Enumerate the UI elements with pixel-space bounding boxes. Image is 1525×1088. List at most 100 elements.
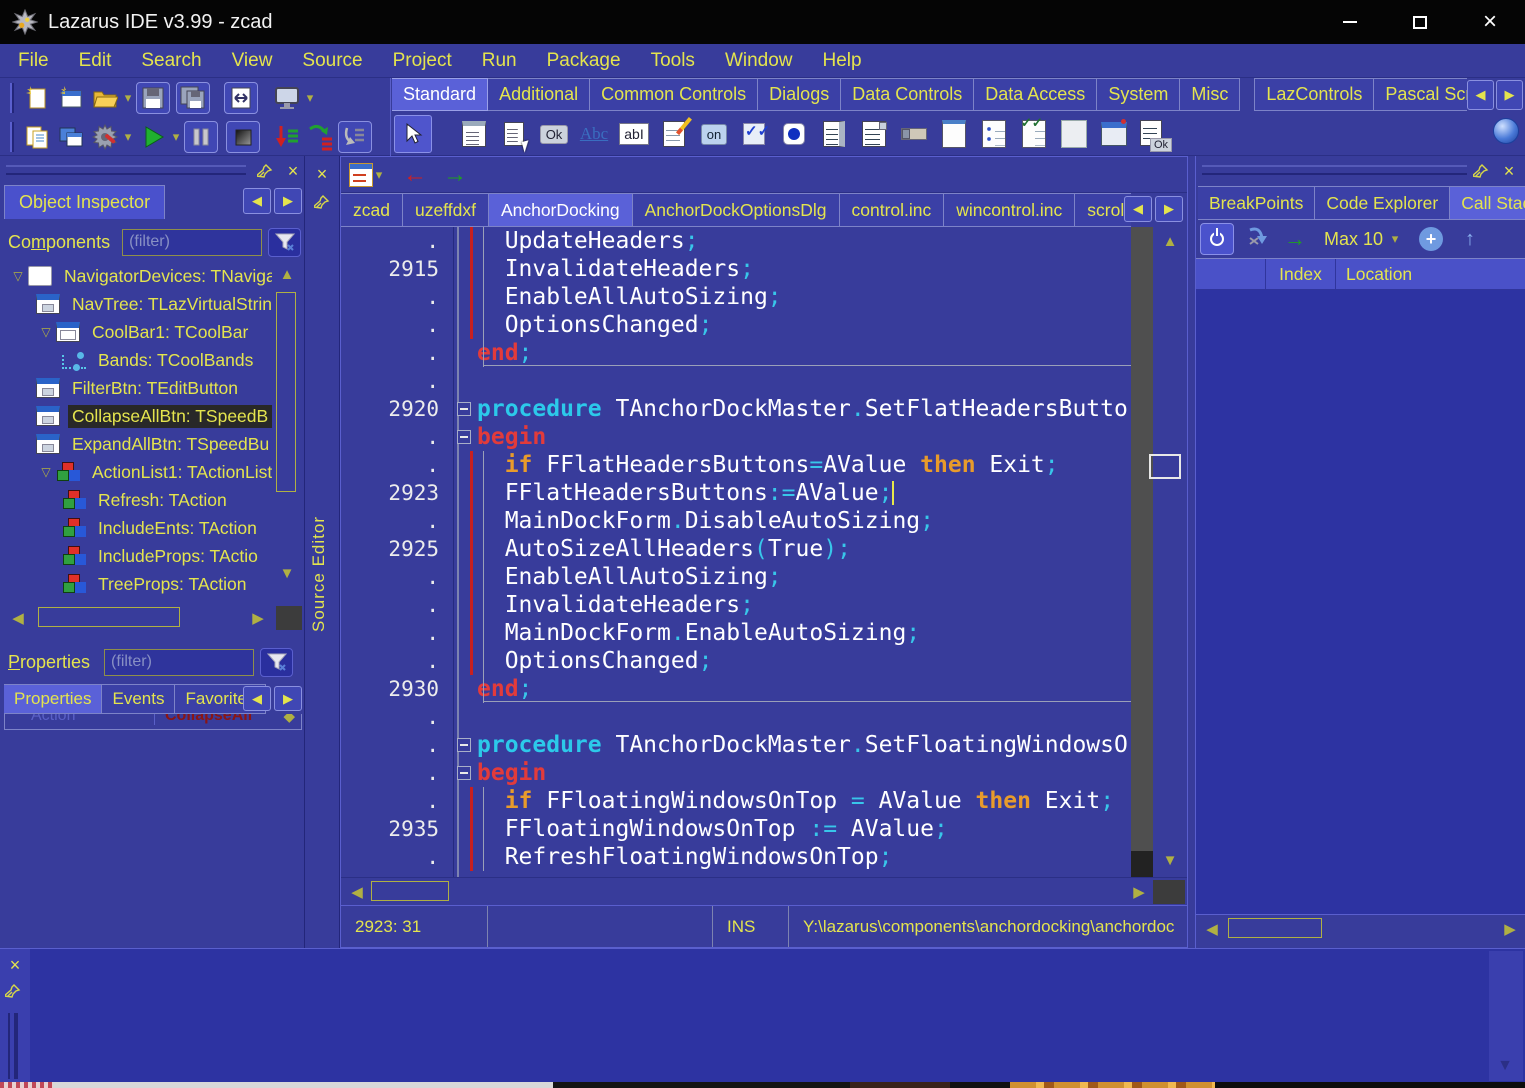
code-line[interactable]: . bbox=[341, 367, 1131, 395]
tlabel-icon[interactable]: Abc bbox=[574, 114, 614, 154]
scroll-right-icon[interactable]: ▶ bbox=[1500, 920, 1520, 938]
tree-horizontal-scrollbar[interactable]: ◀ ▶ bbox=[0, 604, 305, 632]
menu-item[interactable]: Project bbox=[381, 47, 464, 75]
menu-item[interactable]: File bbox=[6, 47, 61, 75]
debug-tab[interactable]: Call Stack bbox=[1450, 186, 1525, 220]
menu-item[interactable]: Run bbox=[470, 47, 529, 75]
component-tree-row[interactable]: ▽ NavTree: TLazVirtualStrin bbox=[0, 290, 272, 318]
code-line[interactable]: . bbox=[341, 703, 1131, 731]
component-tree-row[interactable]: ▽ CoolBar1: TCoolBar bbox=[0, 318, 272, 346]
pause-button[interactable] bbox=[184, 121, 218, 153]
menu-item[interactable]: View bbox=[220, 47, 285, 75]
line-number[interactable]: 2930 bbox=[341, 675, 449, 703]
gutter-mark-column[interactable] bbox=[449, 731, 477, 759]
run-dropdown-icon[interactable]: ▾ bbox=[170, 129, 182, 145]
tpopupmenu-icon[interactable] bbox=[494, 114, 534, 154]
code-line[interactable]: . begin bbox=[341, 423, 1131, 451]
line-number[interactable]: . bbox=[341, 591, 449, 619]
menu-item[interactable]: Window bbox=[713, 47, 805, 75]
selection-tool-button[interactable] bbox=[394, 115, 432, 153]
tgroupbox-icon[interactable] bbox=[934, 114, 974, 154]
palette-tab[interactable]: LazControls bbox=[1254, 78, 1374, 111]
code-line[interactable]: . procedure TAnchorDockMaster.SetFloatin… bbox=[341, 731, 1131, 759]
scroll-right-icon[interactable]: ▶ bbox=[248, 609, 268, 627]
code-line[interactable]: . MainDockForm.EnableAutoSizing; bbox=[341, 619, 1131, 647]
components-filter-button[interactable] bbox=[268, 228, 301, 257]
line-number[interactable]: . bbox=[341, 787, 449, 815]
component-tree-row[interactable]: ▽ Refresh: TAction bbox=[0, 486, 272, 514]
goto-frame-icon[interactable] bbox=[1248, 226, 1270, 252]
gutter-mark-column[interactable] bbox=[449, 507, 477, 535]
properties-filter-input[interactable] bbox=[104, 649, 254, 676]
proptab-next-icon[interactable]: ▶ bbox=[274, 686, 302, 711]
dock-close-icon[interactable]: × bbox=[1496, 159, 1522, 183]
save-all-button[interactable] bbox=[176, 82, 210, 114]
menu-item[interactable]: Edit bbox=[67, 47, 124, 75]
code-line[interactable]: . OptionsChanged; bbox=[341, 647, 1131, 675]
property-sort-icon[interactable]: ◆ bbox=[283, 714, 301, 725]
scroll-thumb[interactable] bbox=[1149, 454, 1181, 479]
gutter-mark-column[interactable] bbox=[449, 843, 477, 871]
close-button[interactable]: × bbox=[1455, 0, 1525, 44]
line-number[interactable]: . bbox=[341, 367, 449, 395]
line-number[interactable]: . bbox=[341, 283, 449, 311]
strip-pin-icon[interactable] bbox=[309, 190, 335, 214]
gutter-mark-column[interactable] bbox=[449, 255, 477, 283]
gutter-mark-column[interactable] bbox=[449, 787, 477, 815]
component-tree-row[interactable]: ▽ IncludeEnts: TAction bbox=[0, 514, 272, 542]
messages-grip[interactable] bbox=[8, 1013, 18, 1079]
save-button[interactable] bbox=[136, 82, 170, 114]
line-number[interactable]: . bbox=[341, 451, 449, 479]
run-button[interactable] bbox=[136, 121, 170, 153]
line-number[interactable]: . bbox=[341, 507, 449, 535]
step-into-button[interactable] bbox=[270, 121, 304, 153]
tlistbox-icon[interactable] bbox=[814, 114, 854, 154]
messages-pin-icon[interactable] bbox=[5, 983, 21, 1004]
property-tab[interactable]: Events bbox=[102, 684, 175, 714]
scroll-up-icon[interactable]: ▲ bbox=[273, 266, 301, 283]
scroll-thumb[interactable] bbox=[371, 881, 449, 901]
scroll-thumb[interactable] bbox=[1228, 918, 1322, 938]
code-line[interactable]: 2915 InvalidateHeaders; bbox=[341, 255, 1131, 283]
toggle-form-unit-button[interactable] bbox=[224, 82, 258, 114]
line-number[interactable]: 2925 bbox=[341, 535, 449, 563]
editor-tab[interactable]: wincontrol.inc bbox=[944, 193, 1075, 227]
component-tree-row[interactable]: ▽ ActionList1: TActionList bbox=[0, 458, 272, 486]
oi-prev-icon[interactable]: ◀ bbox=[243, 188, 271, 214]
editor-tab[interactable]: AnchorDockOptionsDlg bbox=[633, 193, 840, 227]
unit-selector-icon[interactable] bbox=[349, 163, 373, 187]
step-over-button[interactable] bbox=[304, 121, 338, 153]
component-tree-row[interactable]: ▽ NavigatorDevices: TNaviga bbox=[0, 262, 272, 290]
menu-item[interactable]: Package bbox=[535, 47, 633, 75]
line-number[interactable]: 2920 bbox=[341, 395, 449, 423]
code-fold-icon[interactable] bbox=[457, 402, 471, 416]
palette-scroll-right-icon[interactable]: ▶ bbox=[1496, 80, 1523, 110]
gutter-mark-column[interactable] bbox=[449, 423, 477, 451]
line-number[interactable]: . bbox=[341, 311, 449, 339]
palette-tab[interactable]: Pascal Script bbox=[1374, 78, 1467, 111]
palette-tab[interactable]: Additional bbox=[488, 78, 590, 111]
editor-vertical-scrollbar[interactable]: ▲ ▼ bbox=[1153, 227, 1187, 877]
tmainmenu-icon[interactable] bbox=[454, 114, 494, 154]
menu-item[interactable]: Help bbox=[811, 47, 874, 75]
line-number[interactable]: . bbox=[341, 563, 449, 591]
view-units-button[interactable] bbox=[20, 121, 54, 153]
code-line[interactable]: . UpdateHeaders; bbox=[341, 227, 1131, 255]
show-form-dropdown-icon[interactable]: ▾ bbox=[304, 90, 316, 106]
properties-filter-button[interactable] bbox=[260, 648, 293, 677]
tree-expander-icon[interactable]: ▽ bbox=[8, 269, 28, 283]
scroll-down-icon[interactable]: ▼ bbox=[273, 565, 301, 582]
code-line[interactable]: . end; bbox=[341, 339, 1131, 367]
gutter-mark-column[interactable] bbox=[449, 339, 477, 367]
proptab-prev-icon[interactable]: ◀ bbox=[243, 686, 271, 711]
code-line[interactable]: 2925 AutoSizeAllHeaders(True); bbox=[341, 535, 1131, 563]
scroll-up-icon[interactable]: ▲ bbox=[1157, 233, 1183, 250]
editor-tab[interactable]: zcad bbox=[341, 193, 403, 227]
palette-tab[interactable]: Data Access bbox=[974, 78, 1097, 111]
component-tree-row[interactable]: ▽ IncludeProps: TActio bbox=[0, 542, 272, 570]
tedit-icon[interactable]: abI bbox=[614, 114, 654, 154]
tree-expander-icon[interactable]: ▽ bbox=[36, 465, 56, 479]
tpanel-icon[interactable] bbox=[1054, 114, 1094, 154]
gutter-mark-column[interactable] bbox=[449, 759, 477, 787]
code-fold-icon[interactable] bbox=[457, 766, 471, 780]
